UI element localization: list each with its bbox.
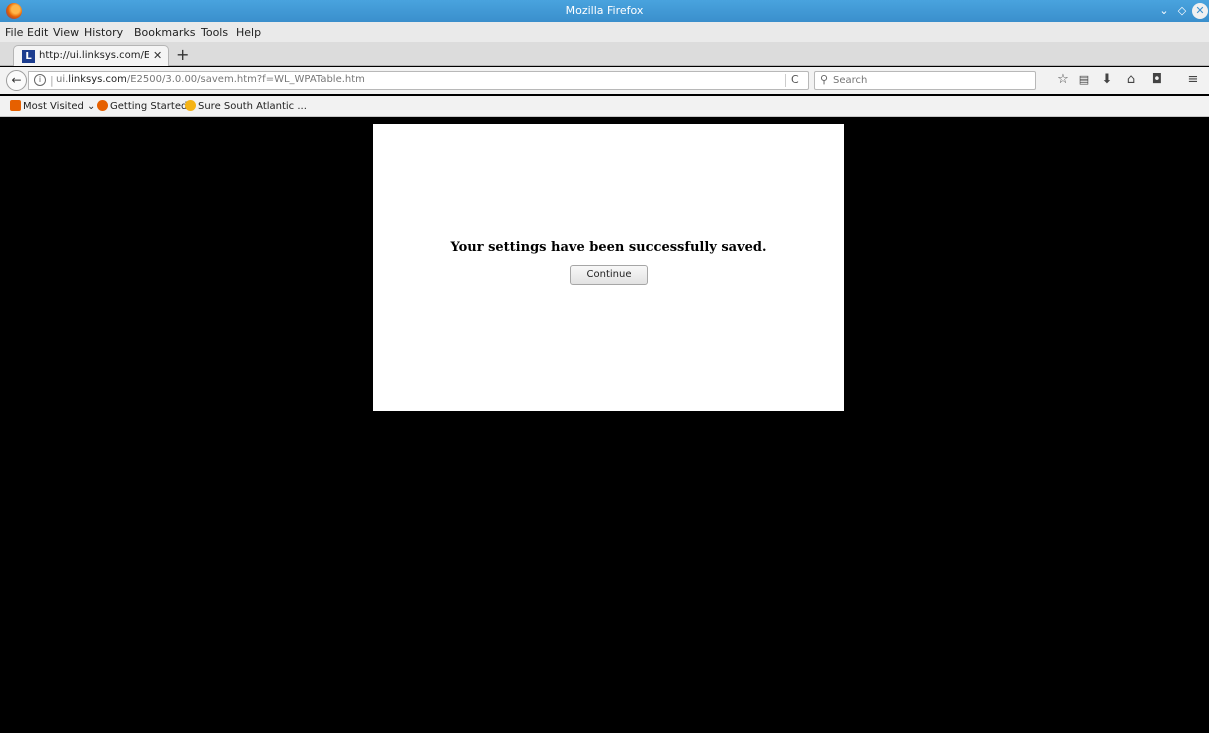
menu-tools[interactable]: Tools bbox=[201, 26, 228, 39]
reading-list-icon[interactable]: ▤ bbox=[1075, 71, 1093, 89]
continue-button[interactable]: Continue bbox=[570, 265, 648, 285]
firefox-icon bbox=[97, 100, 108, 111]
tab-linksys[interactable]: L http://ui.linksys.com/E2! ✕ bbox=[13, 45, 169, 66]
menu-bookmarks[interactable]: Bookmarks bbox=[134, 26, 195, 39]
tab-strip: L http://ui.linksys.com/E2! ✕ + bbox=[0, 42, 1209, 66]
menu-edit[interactable]: Edit bbox=[27, 26, 48, 39]
bookmark-most-visited[interactable]: Most Visited ⌄ bbox=[10, 100, 95, 112]
bookmark-getting-started[interactable]: Getting Started bbox=[97, 100, 187, 112]
success-message: Your settings have been successfully sav… bbox=[450, 240, 767, 255]
menu-bar: File Edit View History Bookmarks Tools H… bbox=[0, 22, 1209, 42]
page-content: Your settings have been successfully sav… bbox=[6, 118, 1209, 733]
maximize-icon[interactable]: ◇ bbox=[1174, 3, 1190, 19]
reload-icon[interactable]: C bbox=[791, 73, 799, 86]
window-titlebar: Mozilla Firefox ⌄ ◇ ✕ bbox=[0, 0, 1209, 22]
search-input[interactable] bbox=[833, 73, 1031, 88]
tab-title: http://ui.linksys.com/E2! bbox=[39, 50, 149, 61]
new-tab-button[interactable]: + bbox=[176, 45, 189, 64]
navigation-bar: ← i | ui.linksys.com/E2500/3.0.00/savem.… bbox=[0, 67, 1209, 94]
linksys-favicon-icon: L bbox=[22, 50, 35, 63]
menu-help[interactable]: Help bbox=[236, 26, 261, 39]
url-separator: | bbox=[50, 74, 54, 87]
tab-close-icon[interactable]: ✕ bbox=[153, 49, 162, 62]
window-title: Mozilla Firefox bbox=[565, 4, 644, 17]
bookmarks-bar: Most Visited ⌄ Getting Started Sure Sout… bbox=[0, 96, 1209, 117]
menu-view[interactable]: View bbox=[53, 26, 79, 39]
sure-icon bbox=[185, 100, 196, 111]
download-icon[interactable]: ⬇ bbox=[1098, 71, 1116, 89]
minimize-icon[interactable]: ⌄ bbox=[1156, 3, 1172, 19]
menu-file[interactable]: File bbox=[5, 26, 23, 39]
home-icon[interactable]: ⌂ bbox=[1122, 71, 1140, 89]
url-divider bbox=[785, 74, 786, 87]
star-icon[interactable]: ☆ bbox=[1054, 71, 1072, 89]
menu-icon[interactable]: ≡ bbox=[1184, 71, 1202, 89]
close-icon[interactable]: ✕ bbox=[1192, 3, 1208, 19]
bookmark-sure-south-atlantic[interactable]: Sure South Atlantic ... bbox=[185, 100, 307, 112]
search-bar[interactable]: ⚲ bbox=[814, 71, 1036, 90]
save-confirmation-panel: Your settings have been successfully sav… bbox=[373, 124, 844, 411]
pocket-icon[interactable]: ◘ bbox=[1148, 71, 1166, 89]
info-icon[interactable]: i bbox=[34, 74, 46, 86]
most-visited-icon bbox=[10, 100, 21, 111]
menu-history[interactable]: History bbox=[84, 26, 123, 39]
url-bar[interactable]: i | ui.linksys.com/E2500/3.0.00/savem.ht… bbox=[28, 71, 809, 90]
url-text[interactable]: ui.linksys.com/E2500/3.0.00/savem.htm?f=… bbox=[56, 74, 365, 85]
back-button[interactable]: ← bbox=[6, 70, 27, 91]
search-icon: ⚲ bbox=[820, 73, 829, 86]
